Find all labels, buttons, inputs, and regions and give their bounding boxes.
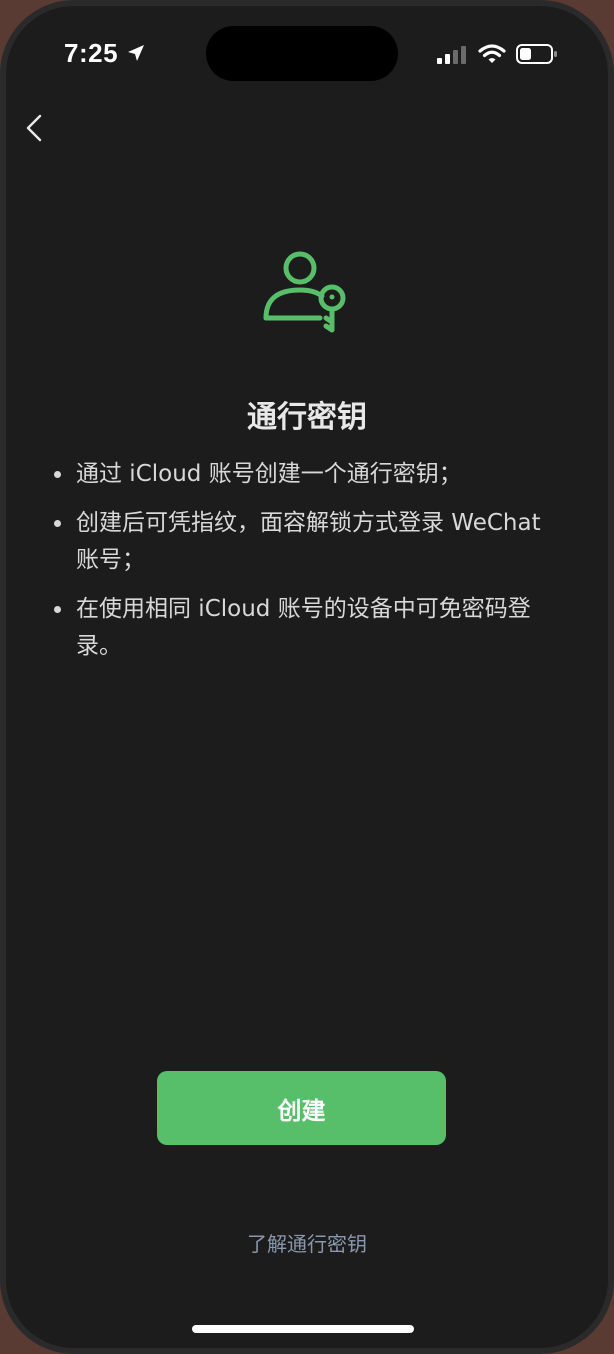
feature-item-biometric: 创建后可凭指纹，面容解锁方式登录 WeChat 账号； xyxy=(50,505,570,579)
battery-icon xyxy=(516,44,557,64)
back-button[interactable] xyxy=(14,106,58,150)
home-indicator[interactable] xyxy=(192,1325,414,1333)
dynamic-island xyxy=(206,26,398,81)
wifi-icon xyxy=(478,44,506,63)
feature-list: 通过 iCloud 账号创建一个通行密钥； 创建后可凭指纹，面容解锁方式登录 W… xyxy=(50,456,570,677)
feature-text: 创建后可凭指纹，面容解锁方式登录 WeChat 账号； xyxy=(76,510,541,573)
feature-item-icloud: 通过 iCloud 账号创建一个通行密钥； xyxy=(50,456,570,493)
feature-text: 通过 iCloud 账号创建一个通行密钥； xyxy=(76,461,462,487)
bullet-dot xyxy=(54,520,61,527)
status-bar: 7:25 xyxy=(6,6,608,102)
chevron-left-icon xyxy=(26,114,42,142)
phone-frame: 7:25 通行密钥 通过 iCloud 账号创建一个通行密钥； 创建后可凭指纹，… xyxy=(0,0,614,1354)
screen: 7:25 通行密钥 通过 iCloud 账号创建一个通行密钥； 创建后可凭指纹，… xyxy=(6,6,608,1348)
bullet-dot xyxy=(54,606,61,613)
passkey-user-key-icon xyxy=(263,251,346,333)
feature-text: 在使用相同 iCloud 账号的设备中可免密码登录。 xyxy=(76,596,531,659)
page-title: 通行密钥 xyxy=(247,400,367,435)
cellular-signal-icon xyxy=(437,46,466,64)
bullet-dot xyxy=(54,471,61,478)
location-arrow-icon xyxy=(128,45,144,61)
learn-passkey-link[interactable]: 了解通行密钥 xyxy=(6,1228,608,1257)
status-time: 7:25 xyxy=(64,38,119,68)
create-button[interactable]: 创建 xyxy=(157,1071,446,1145)
feature-item-passwordless: 在使用相同 iCloud 账号的设备中可免密码登录。 xyxy=(50,591,570,665)
